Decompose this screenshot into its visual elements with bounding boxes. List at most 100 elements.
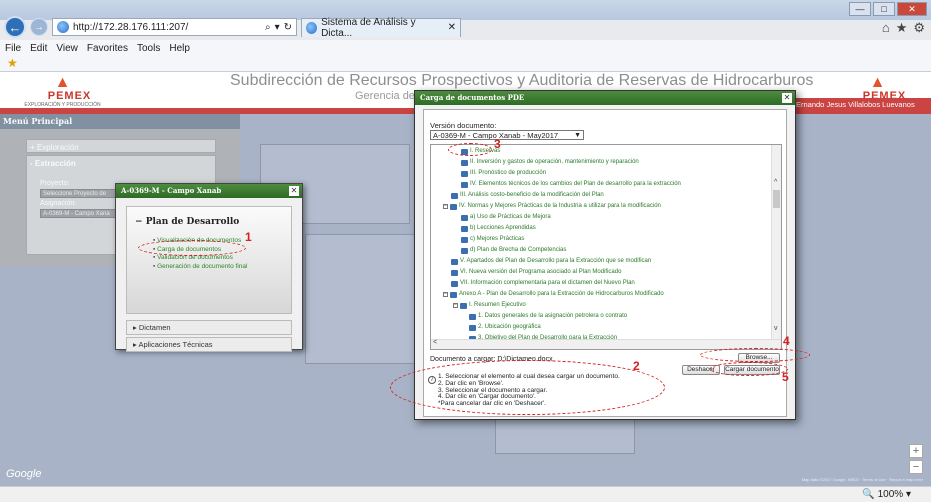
tree-item[interactable]: VI. Nueva versión del Programa asociado … <box>451 268 621 277</box>
annotation-number: 1 <box>245 230 252 244</box>
search-icon[interactable]: ⌕ <box>265 22 271 33</box>
aplicaciones-section[interactable]: ▸ Aplicaciones Técnicas <box>126 337 292 352</box>
folder-icon <box>450 203 457 210</box>
folder-icon <box>451 269 458 276</box>
tree-item[interactable]: − IV. Normas y Mejores Prácticas de la In… <box>443 202 661 211</box>
refresh-icon[interactable]: ↻ <box>284 22 292 33</box>
annotation-number: 2 <box>633 359 640 373</box>
settings-gear-icon[interactable]: ⚙ <box>913 20 925 36</box>
tree-item[interactable]: − Anexo A - Plan de Desarrollo para la Ex… <box>443 290 664 299</box>
plan-title: Plan de Desarrollo <box>145 217 240 227</box>
folder-icon <box>461 181 468 188</box>
scroll-left-icon[interactable]: < <box>433 339 437 346</box>
expand-icon[interactable]: − <box>135 217 143 227</box>
tab-favicon-icon <box>306 21 318 34</box>
dropdown-icon[interactable]: ▾ <box>275 22 280 33</box>
menu-tools[interactable]: Tools <box>137 43 160 54</box>
dialog-title: Carga de documentos PDE <box>415 91 795 105</box>
tree-item[interactable]: IV. Elementos técnicos de los cambios de… <box>461 180 681 189</box>
collapse-icon[interactable]: − <box>453 303 458 308</box>
menu-bar: File Edit View Favorites Tools Help <box>0 40 931 56</box>
tree-item[interactable]: c) Mejores Prácticas <box>461 235 524 244</box>
version-select[interactable]: A-0369-M - Campo Xanab - May2017 ▼ <box>430 130 584 140</box>
pemex-logo-left: ▲ PEMEX EXPLORACIÓN Y PRODUCCIÓN <box>20 75 105 109</box>
menu-exploracion[interactable]: + Exploración <box>26 139 216 153</box>
tree-item[interactable]: 1. Datos generales de la asignación petr… <box>469 312 627 321</box>
folder-icon <box>451 280 458 287</box>
tree-item[interactable]: a) Uso de Prácticas de Mejora <box>461 213 551 222</box>
folder-icon <box>451 192 458 199</box>
menu-help[interactable]: Help <box>169 43 190 54</box>
folder-icon <box>450 291 457 298</box>
collapse-icon[interactable]: − <box>443 204 448 209</box>
zoom-out-button[interactable]: − <box>909 460 923 474</box>
folder-icon <box>461 236 468 243</box>
scroll-down-icon[interactable]: v <box>774 325 778 332</box>
folder-icon <box>469 313 476 320</box>
page-title: Subdirección de Recursos Prospectivos y … <box>230 72 814 89</box>
annotation-ellipse-5 <box>710 362 788 376</box>
proyecto-select[interactable]: Seleccione Proyecto de <box>40 189 125 198</box>
chevron-down-icon: ▼ <box>574 132 581 139</box>
zoom-in-button[interactable]: + <box>909 444 923 458</box>
tree-item[interactable]: 2. Ubicación geográfica <box>469 323 541 332</box>
scroll-up-icon[interactable]: ^ <box>774 179 777 186</box>
tree-vertical-scrollbar[interactable]: ^ v <box>771 145 781 341</box>
main-menu-title: Menú Principal <box>0 114 240 129</box>
dialog-close-icon[interactable]: ✕ <box>782 93 792 103</box>
back-button[interactable]: ← <box>4 16 26 38</box>
pemex-eagle-icon: ▲ <box>869 74 886 91</box>
annotation-number: 3 <box>494 137 501 151</box>
tree-item[interactable]: VII. Información complementaria para el … <box>451 279 635 288</box>
collapse-icon[interactable]: − <box>443 292 448 297</box>
user-name: Ernando Jesus Villalobos Luevanos <box>788 98 931 112</box>
popup-close-icon[interactable]: ✕ <box>289 186 299 196</box>
annotation-number: 4 <box>783 334 790 348</box>
address-text: http://172.28.176.111:207/ <box>73 21 189 33</box>
annotation-number: 5 <box>782 370 789 384</box>
menu-view[interactable]: View <box>56 43 78 54</box>
folder-icon <box>461 225 468 232</box>
tree-item[interactable]: d) Plan de Brecha de Competencias <box>461 246 566 255</box>
favorites-star-icon[interactable]: ★ <box>896 20 908 36</box>
tree-item[interactable]: − I. Resumen Ejecutivo <box>453 301 526 310</box>
site-icon <box>57 21 69 33</box>
favorites-bar: ★ <box>0 56 931 72</box>
map-attribution[interactable]: Map data ©2017 Google, INEGI · Terms of … <box>802 477 923 482</box>
tree-item[interactable]: III. Análisis costo-beneficio de la modi… <box>451 191 604 200</box>
plan-desarrollo-section: − Plan de Desarrollo Visualización de do… <box>126 206 292 314</box>
document-tree: I. Reservas II. Inversión y gastos de op… <box>430 144 782 350</box>
menu-edit[interactable]: Edit <box>30 43 47 54</box>
forward-button[interactable]: → <box>30 18 48 36</box>
home-icon[interactable]: ⌂ <box>882 20 890 36</box>
asignacion-popup: A-0369-M - Campo Xanab ✕ − Plan de Desar… <box>115 183 303 352</box>
asignacion-label: Asignación: <box>40 200 77 207</box>
address-bar[interactable]: http://172.28.176.111:207/ ⌕ ▾ ↻ <box>52 18 297 36</box>
browser-tab[interactable]: Sistema de Análisis y Dicta... ✕ <box>301 16 461 39</box>
folder-icon <box>460 302 467 309</box>
dictamen-section[interactable]: ▸ Dictamen <box>126 320 292 335</box>
folder-icon <box>461 214 468 221</box>
add-favorite-icon[interactable]: ★ <box>7 56 18 70</box>
google-logo: Google <box>6 468 42 480</box>
tree-item[interactable]: V. Apartados del Plan de Desarrollo para… <box>451 257 651 266</box>
asignacion-select[interactable]: A-0369-M - Campo Xana <box>40 209 125 218</box>
link-generacion[interactable]: Generación de documento final <box>153 263 291 272</box>
annotation-ellipse-1 <box>138 240 246 256</box>
folder-icon <box>461 170 468 177</box>
tree-item[interactable]: II. Inversión y gastos de operación, man… <box>461 158 639 167</box>
scroll-thumb[interactable] <box>773 190 780 208</box>
menu-favorites[interactable]: Favorites <box>87 43 128 54</box>
folder-icon <box>469 324 476 331</box>
zoom-level[interactable]: 🔍 100% ▾ <box>862 489 911 500</box>
tree-horizontal-scrollbar[interactable]: < <box>431 339 781 349</box>
tab-title: Sistema de Análisis y Dicta... <box>321 16 416 39</box>
menu-file[interactable]: File <box>5 43 21 54</box>
popup-title: A-0369-M - Campo Xanab <box>116 184 302 198</box>
status-bar: 🔍 100% ▾ <box>0 486 931 502</box>
close-tab-icon[interactable]: ✕ <box>448 22 456 33</box>
annotation-ellipse-3 <box>448 143 492 156</box>
tree-item[interactable]: III. Pronóstico de producción <box>461 169 546 178</box>
tree-item[interactable]: b) Lecciones Aprendidas <box>461 224 536 233</box>
folder-icon <box>451 258 458 265</box>
